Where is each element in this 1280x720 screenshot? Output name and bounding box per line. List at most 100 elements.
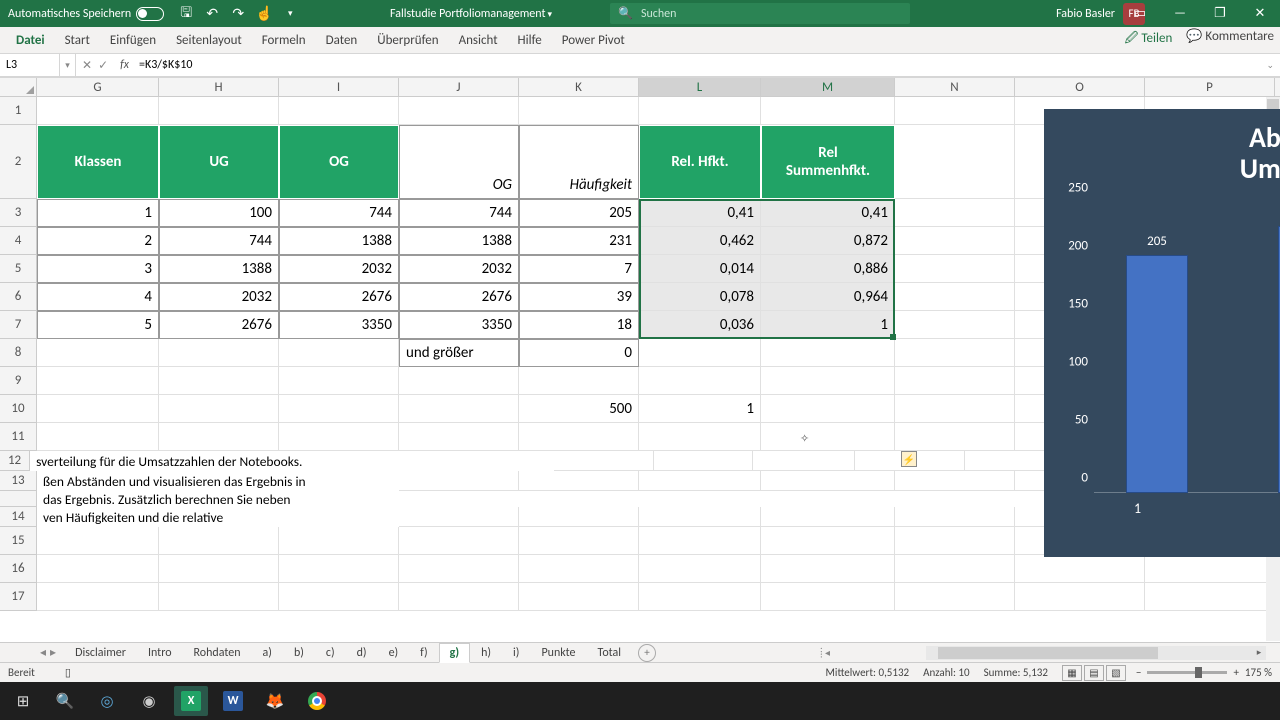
cell[interactable]: ßen Abständen und visualisieren das Erge… xyxy=(37,471,159,491)
cell[interactable] xyxy=(399,423,519,451)
cell[interactable] xyxy=(279,471,399,491)
sheet-tab-Total[interactable]: Total xyxy=(587,643,632,663)
sheet-tab-b)[interactable]: b) xyxy=(283,643,315,663)
cell[interactable] xyxy=(895,311,1015,339)
cell[interactable]: 7 xyxy=(519,255,639,283)
cell[interactable]: 205 xyxy=(519,199,639,227)
cell[interactable] xyxy=(639,367,761,395)
sheet-tab-a)[interactable]: a) xyxy=(252,643,283,663)
touch-icon[interactable]: ☝ xyxy=(256,6,272,22)
cell[interactable]: 0,872 xyxy=(761,227,895,255)
column-header-J[interactable]: J xyxy=(399,78,519,96)
cell[interactable] xyxy=(399,395,519,423)
tab-review[interactable]: Überprüfen xyxy=(367,27,448,54)
cell[interactable]: 0,886 xyxy=(761,255,895,283)
cell[interactable] xyxy=(753,451,854,471)
cell[interactable]: 18 xyxy=(519,311,639,339)
cell[interactable] xyxy=(279,527,399,555)
cell[interactable]: 0,462 xyxy=(639,227,761,255)
row-header-17[interactable]: 17 xyxy=(0,583,37,611)
cell[interactable] xyxy=(399,97,519,125)
zoom-slider[interactable] xyxy=(1147,671,1227,674)
cell[interactable] xyxy=(159,339,279,367)
horizontal-scrollbar[interactable]: ▸ xyxy=(926,646,1266,660)
column-header-I[interactable]: I xyxy=(279,78,399,96)
cell[interactable]: 39 xyxy=(519,283,639,311)
row-header-4[interactable]: 4 xyxy=(0,227,37,255)
cell[interactable] xyxy=(761,507,895,527)
column-header-O[interactable]: O xyxy=(1015,78,1145,96)
cell[interactable]: 2032 xyxy=(399,255,519,283)
cell[interactable]: 0 xyxy=(519,339,639,367)
cell[interactable] xyxy=(895,227,1015,255)
sheet-tab-f)[interactable]: f) xyxy=(409,643,438,663)
more-icon[interactable]: ▾ xyxy=(282,6,298,22)
record-macro-icon[interactable]: ▯ xyxy=(65,666,71,679)
sheet-prev-icon[interactable]: ◂ xyxy=(40,645,46,660)
cell[interactable] xyxy=(895,507,1015,527)
row-header-8[interactable]: 8 xyxy=(0,339,37,367)
cell[interactable] xyxy=(654,451,754,471)
cell[interactable] xyxy=(37,423,159,451)
column-header-L[interactable]: L xyxy=(639,78,761,96)
cell[interactable]: OG xyxy=(399,125,519,199)
row-header-16[interactable]: 16 xyxy=(0,555,37,583)
cell[interactable] xyxy=(279,583,399,611)
sheet-tab-d)[interactable]: d) xyxy=(346,643,378,663)
column-header-K[interactable]: K xyxy=(519,78,639,96)
row-header-14[interactable]: 14 xyxy=(0,507,37,527)
minimize-icon[interactable]: — xyxy=(1160,0,1200,27)
cell[interactable] xyxy=(895,339,1015,367)
cell[interactable] xyxy=(895,283,1015,311)
cell[interactable] xyxy=(761,555,895,583)
autosave-toggle[interactable]: Automatisches Speichern xyxy=(8,7,164,21)
cell[interactable] xyxy=(37,97,159,125)
sheet-tab-i)[interactable]: i) xyxy=(502,643,530,663)
cell[interactable] xyxy=(519,507,639,527)
cell[interactable] xyxy=(159,97,279,125)
cell[interactable] xyxy=(639,527,761,555)
cell[interactable] xyxy=(895,423,1015,451)
cell[interactable]: 100 xyxy=(159,199,279,227)
cell[interactable]: 1388 xyxy=(279,227,399,255)
view-normal-icon[interactable]: ▦ xyxy=(1062,665,1082,681)
column-header-G[interactable]: G xyxy=(37,78,159,96)
cell[interactable] xyxy=(761,527,895,555)
cell[interactable]: 0,036 xyxy=(639,311,761,339)
sheet-tab-Intro[interactable]: Intro xyxy=(137,643,183,663)
sheet-tab-g)[interactable]: g) xyxy=(439,643,470,663)
cell[interactable] xyxy=(159,471,279,491)
formula-input[interactable]: =K3/$K$10 xyxy=(135,58,197,72)
zoom-out-icon[interactable]: − xyxy=(1136,666,1141,679)
cell[interactable] xyxy=(159,555,279,583)
tab-layout[interactable]: Seitenlayout xyxy=(166,27,252,54)
tab-data[interactable]: Daten xyxy=(316,27,368,54)
cell[interactable]: 0,964 xyxy=(761,283,895,311)
cell[interactable] xyxy=(519,527,639,555)
cell[interactable] xyxy=(159,507,279,527)
cell[interactable] xyxy=(519,97,639,125)
cell[interactable]: 2676 xyxy=(399,283,519,311)
cell[interactable]: 744 xyxy=(159,227,279,255)
row-header-10[interactable]: 10 xyxy=(0,395,37,423)
cell[interactable] xyxy=(639,339,761,367)
cell[interactable]: und größer xyxy=(399,339,519,367)
cell[interactable]: Klassen xyxy=(37,125,159,199)
cell[interactable] xyxy=(279,367,399,395)
firefox-taskbar-icon[interactable]: 🦊 xyxy=(258,686,292,716)
cell[interactable] xyxy=(895,97,1015,125)
cell[interactable]: Häufigkeit xyxy=(519,125,639,199)
cell[interactable] xyxy=(895,583,1015,611)
cell[interactable]: 0,41 xyxy=(761,199,895,227)
cell[interactable] xyxy=(399,527,519,555)
cell[interactable] xyxy=(895,471,1015,491)
cell[interactable] xyxy=(37,395,159,423)
cell[interactable]: 1 xyxy=(761,311,895,339)
sheet-tab-e)[interactable]: e) xyxy=(378,643,410,663)
chart-object[interactable]: AbsUms 050100150200250 205 1 xyxy=(1044,109,1280,557)
spreadsheet-grid[interactable]: GHIJKLMNOP 12KlassenUGOGOGHäufigkeitRel.… xyxy=(0,77,1280,642)
cell[interactable]: 1388 xyxy=(399,227,519,255)
cell[interactable] xyxy=(519,555,639,583)
cell[interactable] xyxy=(761,339,895,367)
view-layout-icon[interactable]: ▤ xyxy=(1084,665,1104,681)
